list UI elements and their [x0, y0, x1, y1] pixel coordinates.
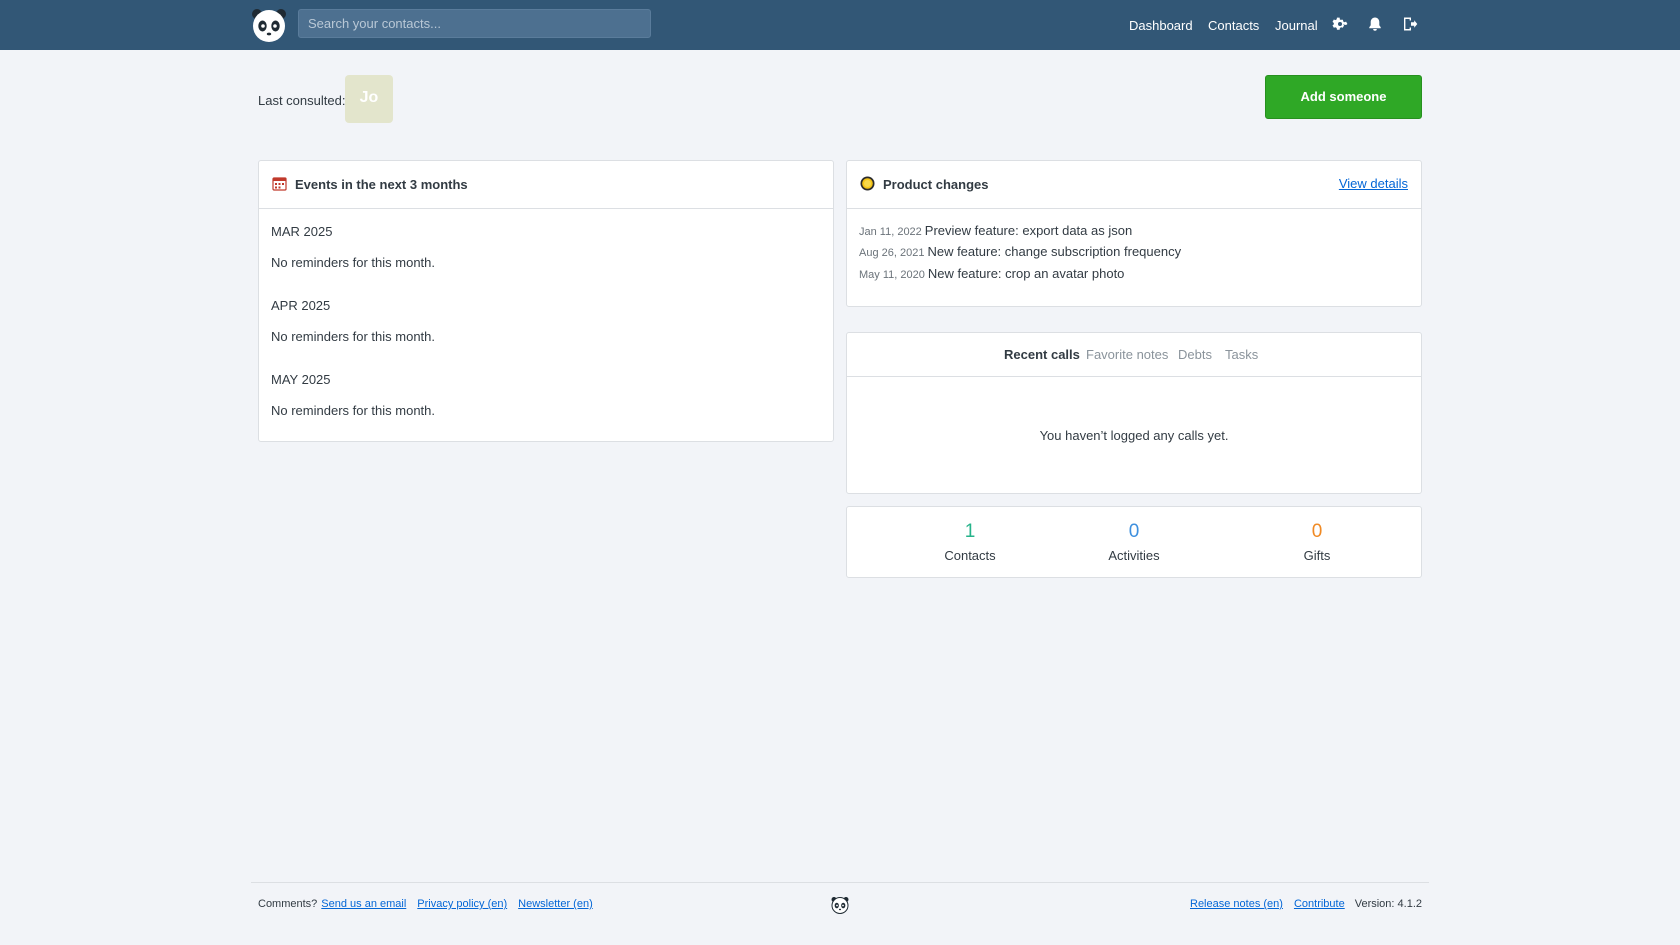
- footer-comments-label: Comments?: [258, 898, 318, 910]
- change-date: Aug 26, 2021: [859, 247, 925, 259]
- send-email-link[interactable]: Send us an email: [321, 898, 406, 910]
- stat-label: Contacts: [944, 548, 996, 563]
- stat-activities[interactable]: 0 Activities: [1064, 521, 1204, 563]
- month-label: MAY 2025: [271, 372, 331, 387]
- panda-logo-icon[interactable]: [251, 7, 287, 43]
- stat-label: Activities: [1108, 548, 1160, 563]
- stat-value: 0: [1128, 521, 1140, 542]
- contribute-link[interactable]: Contribute: [1294, 898, 1345, 910]
- footer-left: Comments? Send us an email Privacy policy …: [258, 898, 593, 910]
- change-text: New feature: crop an avatar photo: [927, 266, 1125, 281]
- top-navbar: Dashboard Contacts Journal: [0, 0, 1680, 50]
- month-label: APR 2025: [271, 298, 331, 313]
- month-empty-text: No reminders for this month.: [271, 255, 436, 270]
- newsletter-link[interactable]: Newsletter (en): [518, 898, 593, 910]
- tab-tasks[interactable]: Tasks: [1225, 347, 1258, 362]
- privacy-policy-link[interactable]: Privacy policy (en): [417, 898, 507, 910]
- footer-divider: [251, 882, 1429, 883]
- stat-value: 0: [1311, 521, 1323, 542]
- search-input[interactable]: [298, 9, 651, 38]
- change-date: May 11, 2020: [859, 269, 925, 281]
- product-changes-title: Product changes: [883, 177, 989, 192]
- avatar[interactable]: Jo: [345, 75, 393, 123]
- stat-gifts[interactable]: 0 Gifts: [1247, 521, 1387, 563]
- month-empty-text: No reminders for this month.: [271, 403, 436, 418]
- tab-favorite-notes[interactable]: Favorite notes: [1086, 347, 1168, 362]
- change-date: Jan 11, 2022: [859, 226, 922, 238]
- nav-journal[interactable]: Journal: [1275, 18, 1318, 33]
- empty-calls-text: You haven’t logged any calls yet.: [1039, 428, 1229, 443]
- tab-bar: Recent calls Favorite notes Debts Tasks: [847, 333, 1421, 377]
- month-label: MAR 2025: [271, 224, 333, 239]
- logout-icon[interactable]: [1402, 16, 1418, 32]
- tab-debts[interactable]: Debts: [1178, 347, 1212, 362]
- stat-contacts[interactable]: 1 Contacts: [900, 521, 1040, 563]
- calendar-icon: [272, 177, 287, 191]
- stat-value: 1: [964, 521, 976, 542]
- last-consulted-label: Last consulted:: [258, 93, 346, 108]
- change-text: Preview feature: export data as json: [924, 223, 1133, 238]
- product-change-item: Aug 26, 2021 New feature: change subscrip…: [859, 244, 1181, 259]
- events-card-title: Events in the next 3 months: [295, 177, 468, 192]
- version-text: Version: 4.1.2: [1354, 898, 1422, 910]
- release-notes-link[interactable]: Release notes (en): [1190, 898, 1283, 910]
- nav-dashboard[interactable]: Dashboard: [1129, 18, 1193, 33]
- add-someone-button[interactable]: Add someone: [1265, 75, 1422, 119]
- stats-card: 1 Contacts 0 Activities 0 Gifts: [846, 506, 1422, 578]
- tab-recent-calls[interactable]: Recent calls: [1004, 347, 1080, 362]
- product-change-item: Jan 11, 2022 Preview feature: export data…: [859, 223, 1132, 238]
- events-card: Events in the next 3 months MAR 2025 No …: [258, 160, 834, 442]
- nav-contacts[interactable]: Contacts: [1208, 18, 1259, 33]
- events-card-header: Events in the next 3 months: [259, 161, 833, 209]
- product-changes-header: Product changes View details: [847, 161, 1421, 209]
- product-change-item: May 11, 2020 New feature: crop an avatar …: [859, 266, 1124, 281]
- activity-tabs-card: Recent calls Favorite notes Debts Tasks …: [846, 332, 1422, 494]
- month-empty-text: No reminders for this month.: [271, 329, 436, 344]
- view-details-link[interactable]: View details: [1339, 176, 1408, 191]
- gear-icon[interactable]: [1332, 16, 1348, 32]
- product-changes-card: Product changes View details Jan 11, 202…: [846, 160, 1422, 307]
- change-text: New feature: change subscription frequen…: [927, 244, 1182, 259]
- footer-right: Release notes (en) Contribute Version: 4.1…: [1182, 898, 1422, 910]
- bell-icon[interactable]: [1367, 16, 1383, 32]
- panda-footer-icon: [831, 897, 849, 914]
- sun-icon: [860, 176, 875, 191]
- stat-label: Gifts: [1303, 548, 1331, 563]
